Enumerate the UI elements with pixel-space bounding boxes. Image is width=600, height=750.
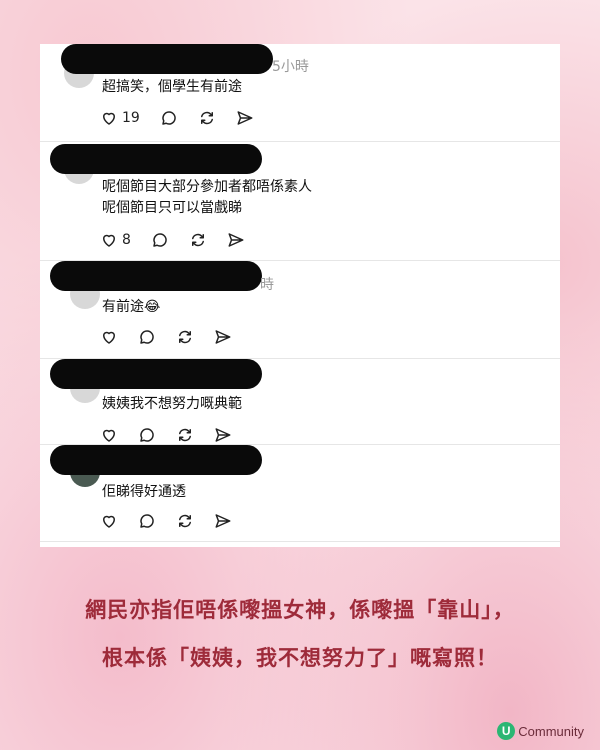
share-icon bbox=[215, 330, 231, 344]
reply-button[interactable] bbox=[151, 231, 169, 249]
comment-icon bbox=[162, 111, 176, 125]
comments-panel: 5小時 超搞笑，個學生有前途 19 呢個節目大部分參加者都唔係素人 呢個節目只可… bbox=[40, 44, 560, 547]
repost-button[interactable] bbox=[198, 109, 216, 127]
brand-logo-icon: U bbox=[497, 722, 516, 740]
comment-text: 佢睇得好通透 bbox=[102, 484, 186, 500]
redacted-username bbox=[50, 144, 262, 174]
repost-icon bbox=[179, 514, 191, 528]
comment-actions bbox=[100, 511, 252, 531]
redacted-username bbox=[50, 445, 262, 475]
comment-item: 呢個節目大部分參加者都唔係素人 呢個節目只可以當戲睇 8 bbox=[40, 142, 560, 261]
comment-icon bbox=[140, 428, 154, 442]
redacted-username bbox=[50, 261, 262, 291]
comment-item: 佢睇得好通透 bbox=[40, 445, 560, 542]
heart-icon bbox=[103, 429, 115, 442]
like-button[interactable] bbox=[100, 512, 118, 530]
comment-time: 5小時 bbox=[272, 59, 309, 75]
share-button[interactable] bbox=[214, 512, 232, 530]
redacted-username bbox=[61, 44, 273, 74]
share-icon bbox=[215, 514, 231, 528]
repost-button[interactable] bbox=[176, 426, 194, 444]
heart-icon bbox=[103, 515, 115, 528]
share-button[interactable] bbox=[214, 328, 232, 346]
reply-button[interactable] bbox=[138, 512, 156, 530]
comment-icon bbox=[140, 514, 154, 528]
share-button[interactable] bbox=[236, 109, 254, 127]
comment-item: 時 有前途😂 bbox=[40, 261, 560, 359]
repost-button[interactable] bbox=[176, 328, 194, 346]
like-button[interactable]: 19 bbox=[100, 109, 140, 127]
caption-line-2: 根本係「姨姨，我不想努力了」嘅寫照！ bbox=[102, 646, 498, 670]
share-icon bbox=[237, 111, 253, 125]
repost-icon bbox=[191, 233, 204, 247]
reply-button[interactable] bbox=[138, 426, 156, 444]
comment-item: 姨姨我不想努力嘅典範 bbox=[40, 359, 560, 445]
redacted-username bbox=[50, 359, 262, 389]
brand-name: Community bbox=[518, 723, 584, 739]
repost-icon bbox=[200, 111, 213, 125]
heart-icon bbox=[103, 331, 115, 344]
share-icon bbox=[228, 233, 244, 247]
like-button[interactable] bbox=[100, 328, 118, 346]
repost-icon bbox=[179, 330, 191, 344]
comment-icon bbox=[140, 330, 154, 344]
heart-icon bbox=[103, 234, 115, 247]
comment-text: 有前途😂 bbox=[102, 299, 161, 315]
like-button[interactable]: 8 bbox=[100, 231, 131, 249]
comment-time: 時 bbox=[260, 277, 274, 293]
comment-text: 姨姨我不想努力嘅典範 bbox=[102, 396, 242, 412]
repost-button[interactable] bbox=[176, 512, 194, 530]
comment-actions bbox=[100, 425, 252, 445]
reply-button[interactable] bbox=[138, 328, 156, 346]
brand-watermark: U Community bbox=[497, 722, 584, 740]
heart-icon bbox=[103, 112, 115, 125]
like-count: 8 bbox=[122, 232, 131, 248]
comment-actions: 8 bbox=[100, 230, 265, 250]
reply-button[interactable] bbox=[160, 109, 178, 127]
like-count: 19 bbox=[122, 110, 140, 126]
repost-icon bbox=[179, 428, 191, 442]
share-icon bbox=[215, 428, 231, 442]
caption-line-1: 網民亦指佢唔係嚟搵女神，係嚟搵「靠山」， bbox=[85, 598, 515, 622]
comment-icon bbox=[153, 233, 167, 247]
share-button[interactable] bbox=[214, 426, 232, 444]
comment-text: 呢個節目大部分參加者都唔係素人 呢個節目只可以當戲睇 bbox=[102, 179, 312, 216]
repost-button[interactable] bbox=[189, 231, 207, 249]
comment-text: 超搞笑，個學生有前途 bbox=[102, 79, 242, 95]
comment-actions: 19 bbox=[100, 108, 274, 128]
comment-actions bbox=[100, 327, 252, 347]
share-button[interactable] bbox=[227, 231, 245, 249]
comment-item: 5小時 超搞笑，個學生有前途 19 bbox=[40, 44, 560, 142]
like-button[interactable] bbox=[100, 426, 118, 444]
